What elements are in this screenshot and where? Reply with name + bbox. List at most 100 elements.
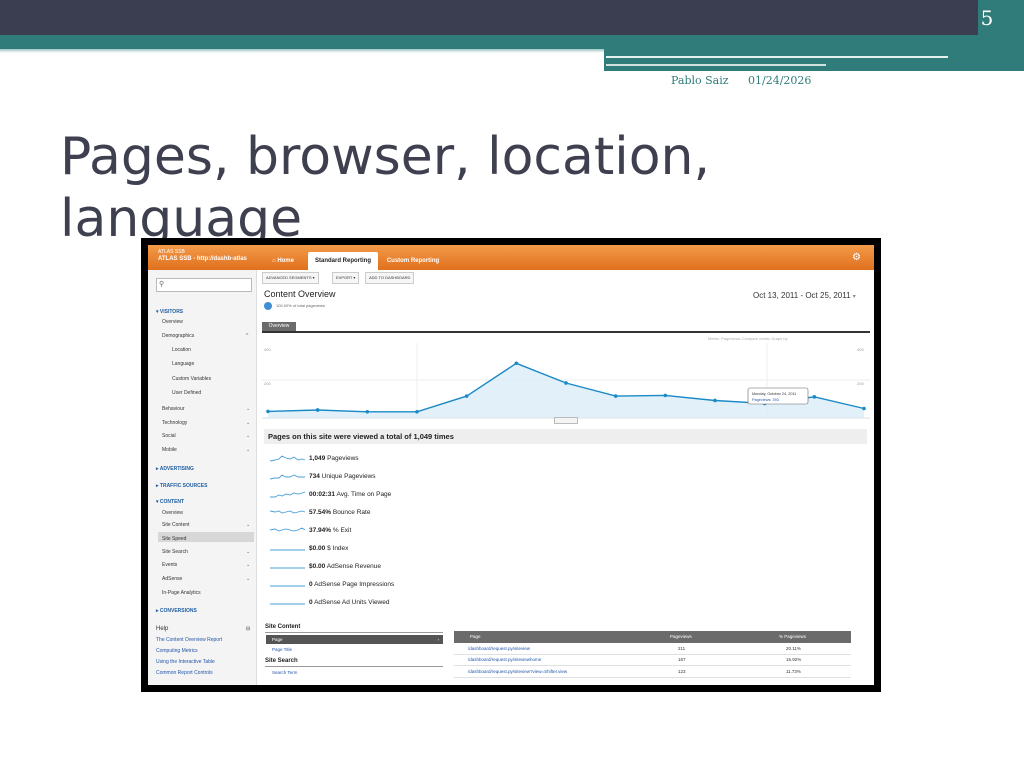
sidebar-section-visitors[interactable]: ▾ VISITORS <box>156 309 183 315</box>
metric-value: 734 <box>309 473 320 480</box>
sidebar-item-custom-variables[interactable]: Custom Variables <box>172 376 211 382</box>
sidebar-item-demographics[interactable]: Demographics <box>162 333 194 339</box>
column-header-pageviews[interactable]: Pageviews <box>670 631 692 643</box>
advanced-segments-button[interactable]: ADVANCED SEGMENTS ▾ <box>262 272 319 284</box>
chart-data-point[interactable] <box>266 409 270 414</box>
sidebar-item-user-defined[interactable]: User Defined <box>172 390 201 396</box>
sidebar-section-traffic-sources[interactable]: ▸ TRAFFIC SOURCES <box>156 483 207 489</box>
chart-data-point[interactable] <box>663 393 668 398</box>
add-to-dashboard-button[interactable]: ADD TO DASHBOARD <box>365 272 415 284</box>
total-pageviews-label: 100.00% of total pageviews <box>276 303 325 308</box>
sidebar-item-overview[interactable]: Overview <box>162 319 183 325</box>
site-content-page-title-link[interactable]: Page Title <box>272 647 292 652</box>
metric-row[interactable]: 734 Unique Pageviews <box>268 471 568 485</box>
nav-home-tab[interactable]: ⌂ Home <box>260 252 306 270</box>
chart-data-point[interactable] <box>315 408 320 412</box>
table-cell-page[interactable]: /dashboard/request.py/siteview?view=Shif… <box>468 669 567 674</box>
slide-author: Pablo Saiz <box>671 74 729 87</box>
metric-row[interactable]: 57.54% Bounce Rate <box>268 507 568 521</box>
chart-data-point[interactable] <box>812 395 817 399</box>
chart-data-point[interactable] <box>365 409 370 414</box>
help-link[interactable]: Using the Interactive Table <box>156 659 215 665</box>
nav-custom-reporting-tab[interactable]: Custom Reporting <box>380 252 446 270</box>
pageviews-chart[interactable]: 400 200 400 200 Monday, October 24, 2011… <box>262 343 870 423</box>
metric-row[interactable]: 0 AdSense Ad Units Viewed <box>268 597 568 611</box>
site-search-term-link[interactable]: Search Term <box>272 670 297 675</box>
chart-data-point[interactable] <box>862 406 866 411</box>
nav-standard-reporting-tab[interactable]: Standard Reporting <box>308 252 378 270</box>
sidebar-item-site-speed[interactable]: Site Speed <box>162 536 186 542</box>
sidebar-item-adsense[interactable]: AdSense <box>162 576 182 582</box>
tab-overview[interactable]: Overview <box>262 322 296 331</box>
sidebar-item-site-search[interactable]: Site Search <box>162 549 188 555</box>
table-cell-page[interactable]: /dashboard/request.py/siteview <box>468 646 530 651</box>
export-button[interactable]: EXPORT ▾ <box>332 272 360 284</box>
sidebar-item-content-overview[interactable]: Overview <box>162 510 183 516</box>
metric-row[interactable]: $0.00 $ Index <box>268 543 568 557</box>
metric-name: $ Index <box>327 545 349 552</box>
chart-data-point[interactable] <box>415 409 419 414</box>
metric-label: 734 Unique Pageviews <box>309 473 376 480</box>
minimize-icon[interactable]: ⊟ <box>246 626 250 632</box>
table-cell-page[interactable]: /dashboard/request.py/siteviewhome <box>468 657 541 662</box>
sidebar-item-technology[interactable]: Technology <box>162 420 187 426</box>
slide-header-bar <box>0 0 1024 35</box>
sidebar-section-advertising[interactable]: ▸ ADVERTISING <box>156 466 194 472</box>
sidebar-item-language[interactable]: Language <box>172 361 194 367</box>
tooltip-date: Monday, October 24, 2011 <box>752 392 796 396</box>
chart-data-point[interactable] <box>514 361 519 366</box>
chevron-up-icon[interactable]: ^ <box>246 333 248 339</box>
report-search-input[interactable]: ⚲ <box>156 278 252 292</box>
column-header-percent-pageviews[interactable]: % Pageviews <box>779 631 806 643</box>
help-link[interactable]: Common Report Controls <box>156 670 213 676</box>
sidebar-item-behaviour[interactable]: Behaviour <box>162 406 185 412</box>
gear-icon[interactable]: ⚙ <box>852 253 862 263</box>
chart-data-point[interactable] <box>713 398 717 403</box>
account-selector[interactable]: ATLAS SSB ATLAS SSB - http://dashb-atlas <box>158 249 247 263</box>
chart-data-point[interactable] <box>613 394 618 398</box>
table-cell-percent: 20.11% <box>786 646 801 651</box>
sidebar-item-social[interactable]: Social <box>162 433 176 439</box>
metric-label: 00:02:31 Avg. Time on Page <box>309 491 391 498</box>
help-link[interactable]: Computing Metrics <box>156 648 198 654</box>
search-icon: ⚲ <box>159 281 165 288</box>
help-link[interactable]: The Content Overview Report <box>156 637 222 643</box>
help-title: Help <box>156 626 169 632</box>
metric-row[interactable]: 00:02:31 Avg. Time on Page <box>268 489 568 503</box>
date-range-selector[interactable]: Oct 13, 2011 - Oct 25, 2011 ▾ <box>753 291 856 300</box>
slide-title: Pages, browser, location, language <box>60 127 710 249</box>
metric-name: Avg. Time on Page <box>336 491 392 498</box>
sidebar-item-site-content[interactable]: Site Content <box>162 522 190 528</box>
sidebar-section-conversions[interactable]: ▸ CONVERSIONS <box>156 608 197 614</box>
metric-row[interactable]: 0 AdSense Page Impressions <box>268 579 568 593</box>
sidebar-item-location[interactable]: Location <box>172 347 191 353</box>
sidebar-item-in-page-analytics[interactable]: In-Page Analytics <box>162 590 201 596</box>
y-tick-label: 200 <box>857 381 864 386</box>
chevron-down-icon[interactable]: ⌄ <box>246 433 250 439</box>
chevron-down-icon[interactable]: ⌄ <box>246 576 250 582</box>
metric-row[interactable]: 1,049 Pageviews <box>268 453 568 467</box>
sidebar-item-mobile[interactable]: Mobile <box>162 447 177 453</box>
chart-data-point[interactable] <box>564 381 568 385</box>
site-content-page-item[interactable]: Page › <box>266 635 443 644</box>
chevron-down-icon[interactable]: ⌄ <box>246 406 250 412</box>
chevron-down-icon[interactable]: ⌄ <box>246 420 250 426</box>
row-divider <box>454 654 851 655</box>
sparkline-icon <box>270 603 305 605</box>
y-tick-label: 200 <box>264 381 271 386</box>
sidebar-section-content[interactable]: ▾ CONTENT <box>156 499 184 505</box>
chart-options[interactable]: Metric: Pageviews Compare metric Graph b… <box>708 336 788 341</box>
metric-row[interactable]: 37.94% % Exit <box>268 525 568 539</box>
metric-value: $0.00 <box>309 563 326 570</box>
metric-label: 0 AdSense Ad Units Viewed <box>309 599 389 606</box>
chart-data-point[interactable] <box>464 394 469 398</box>
chevron-down-icon[interactable]: ⌄ <box>246 447 250 453</box>
sparkline-icon <box>270 527 306 532</box>
sidebar-item-events[interactable]: Events <box>162 562 177 568</box>
chart-scroll-handle[interactable] <box>554 417 578 424</box>
metric-row[interactable]: $0.00 AdSense Revenue <box>268 561 568 575</box>
chevron-down-icon[interactable]: ⌄ <box>246 549 250 555</box>
chevron-down-icon[interactable]: ⌄ <box>246 522 250 528</box>
chevron-down-icon[interactable]: ⌄ <box>246 562 250 568</box>
column-header-page[interactable]: Page <box>470 631 481 643</box>
